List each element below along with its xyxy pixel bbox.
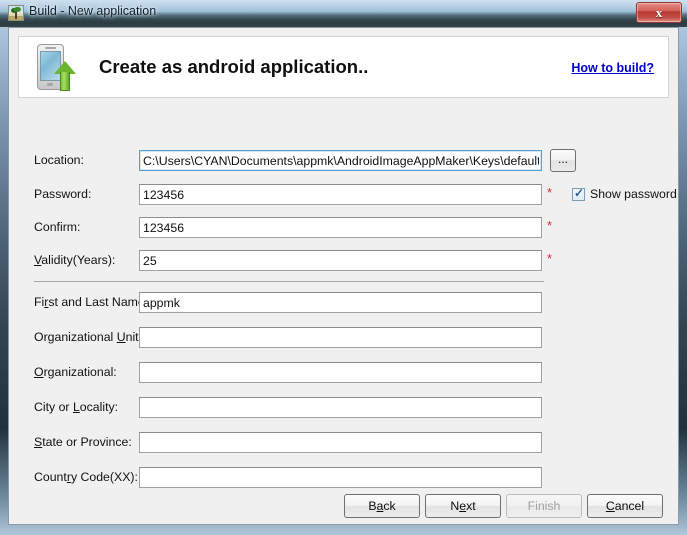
organizational-unit-input[interactable] [139, 327, 542, 348]
checkmark-icon: ✓ [574, 186, 585, 200]
password-label: Password: [34, 187, 92, 201]
finish-button: Finish [506, 494, 582, 518]
location-label: Location: [34, 153, 84, 167]
page-title: Create as android application.. [99, 56, 369, 77]
location-row: Location: [9, 150, 678, 172]
android-phone-upload-icon [32, 42, 78, 92]
browse-button[interactable]: ... [550, 149, 576, 172]
close-button[interactable]: x [636, 2, 682, 23]
first-last-name-row: First and Last Name: [9, 292, 678, 314]
header-panel: Create as android application.. How to b… [18, 36, 669, 98]
organizational-label: Organizational: [34, 365, 117, 379]
country-label: Country Code(XX): [34, 470, 138, 484]
validity-input[interactable] [139, 250, 542, 271]
validity-required-asterisk: * [547, 251, 553, 266]
organizational-unit-label: Organizational Unit: [34, 330, 143, 344]
title-bar: Build - New application x [0, 0, 687, 27]
organizational-input[interactable] [139, 362, 542, 383]
password-input[interactable] [139, 184, 542, 205]
country-row: Country Code(XX): [9, 467, 678, 489]
organizational-row: Organizational: [9, 362, 678, 384]
show-password-label: Show password [590, 187, 677, 201]
first-last-name-label: First and Last Name: [34, 295, 149, 309]
validity-row: Validity(Years): * [9, 250, 678, 272]
confirm-label: Confirm: [34, 220, 81, 234]
password-required-asterisk: * [547, 185, 553, 200]
city-input[interactable] [139, 397, 542, 418]
dialog-window: Build - New application x Create as andr… [0, 0, 687, 535]
image-tree-icon [8, 5, 24, 21]
next-button[interactable]: Next [425, 494, 501, 518]
state-row: State or Province: [9, 432, 678, 454]
validity-label: Validity(Years): [34, 253, 116, 267]
how-to-build-link[interactable]: How to build? [571, 61, 654, 75]
city-row: City or Locality: [9, 397, 678, 419]
state-label: State or Province: [34, 435, 132, 449]
window-title: Build - New application [29, 4, 157, 18]
section-divider [34, 281, 544, 282]
back-button[interactable]: Back [344, 494, 420, 518]
checkbox-box: ✓ [572, 186, 585, 201]
state-input[interactable] [139, 432, 542, 453]
close-icon: x [655, 5, 663, 20]
confirm-row: Confirm: * [9, 217, 678, 239]
location-input[interactable] [139, 150, 542, 171]
confirm-required-asterisk: * [547, 218, 553, 233]
cancel-button[interactable]: Cancel [587, 494, 663, 518]
confirm-input[interactable] [139, 217, 542, 238]
organizational-unit-row: Organizational Unit: [9, 327, 678, 349]
dialog-client-area: Create as android application.. How to b… [8, 27, 679, 525]
country-input[interactable] [139, 467, 542, 488]
first-last-name-input[interactable] [139, 292, 542, 313]
city-label: City or Locality: [34, 400, 119, 414]
